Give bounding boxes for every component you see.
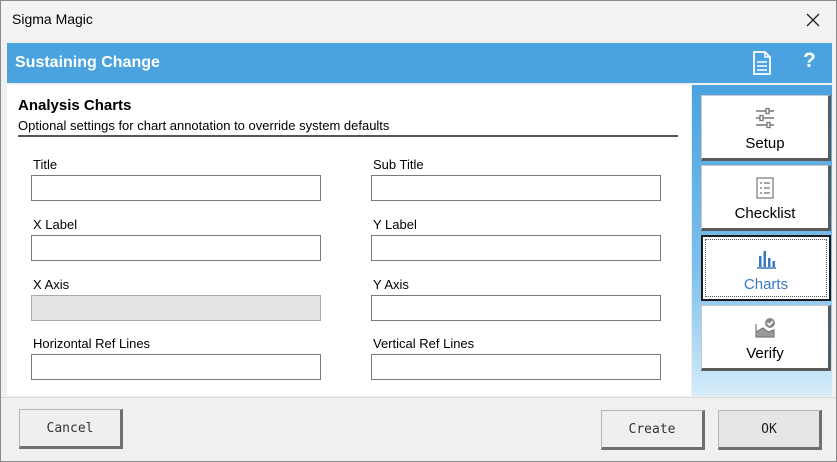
subtitle-label: Sub Title (373, 157, 424, 172)
vertical-ref-lines-input[interactable] (371, 354, 661, 380)
subtitle-input[interactable] (371, 175, 661, 201)
xlabel-input[interactable] (31, 235, 321, 261)
close-icon (806, 13, 820, 27)
ylabel-input[interactable] (371, 235, 661, 261)
sidebar-item-label: Setup (745, 135, 785, 152)
section-heading: Analysis Charts (18, 97, 132, 114)
title-label: Title (33, 157, 58, 172)
verify-icon (755, 318, 775, 338)
header-banner: Sustaining Change ? (7, 43, 832, 83)
sidebar-item-label: Charts (743, 276, 789, 293)
ok-button[interactable]: OK (718, 410, 822, 450)
xaxis-input (31, 295, 321, 321)
help-icon[interactable]: ? (803, 49, 816, 73)
banner-title: Sustaining Change (15, 54, 160, 71)
document-icon[interactable] (751, 51, 773, 75)
dialog-window: Sigma Magic Sustaining Change ? Analysis… (0, 0, 837, 462)
yaxis-input[interactable] (371, 295, 661, 321)
sliders-icon (756, 107, 774, 129)
horizontal-ref-lines-input[interactable] (31, 354, 321, 380)
bar-chart-icon (757, 251, 776, 269)
title-bar: Sigma Magic (1, 1, 836, 39)
section-divider (18, 135, 678, 137)
sidebar-item-verify[interactable]: Verify (701, 305, 831, 371)
vertical-ref-lines-label: Vertical Ref Lines (373, 336, 475, 351)
checklist-icon (756, 177, 774, 199)
sidebar: Setup Checklist Charts Verify (692, 85, 832, 396)
yaxis-label: Y Axis (373, 277, 409, 292)
create-button[interactable]: Create (601, 410, 705, 450)
window-title: Sigma Magic (12, 11, 93, 27)
sidebar-item-label: Checklist (734, 205, 796, 222)
close-button[interactable] (790, 1, 836, 39)
ylabel-label: Y Label (373, 217, 417, 232)
sidebar-item-label: Verify (746, 345, 784, 362)
sidebar-item-checklist[interactable]: Checklist (701, 165, 831, 231)
xlabel-label: X Label (33, 217, 78, 232)
xaxis-label: X Axis (33, 277, 70, 292)
main-panel: Analysis Charts Optional settings for ch… (7, 85, 691, 396)
section-subheading: Optional settings for chart annotation t… (18, 118, 390, 133)
footer-bar: Cancel Create OK (1, 397, 836, 461)
title-input[interactable] (31, 175, 321, 201)
cancel-button[interactable]: Cancel (19, 409, 123, 449)
horizontal-ref-lines-label: Horizontal Ref Lines (33, 336, 151, 351)
sidebar-item-charts[interactable]: Charts (701, 235, 831, 301)
sidebar-item-setup[interactable]: Setup (701, 95, 831, 161)
